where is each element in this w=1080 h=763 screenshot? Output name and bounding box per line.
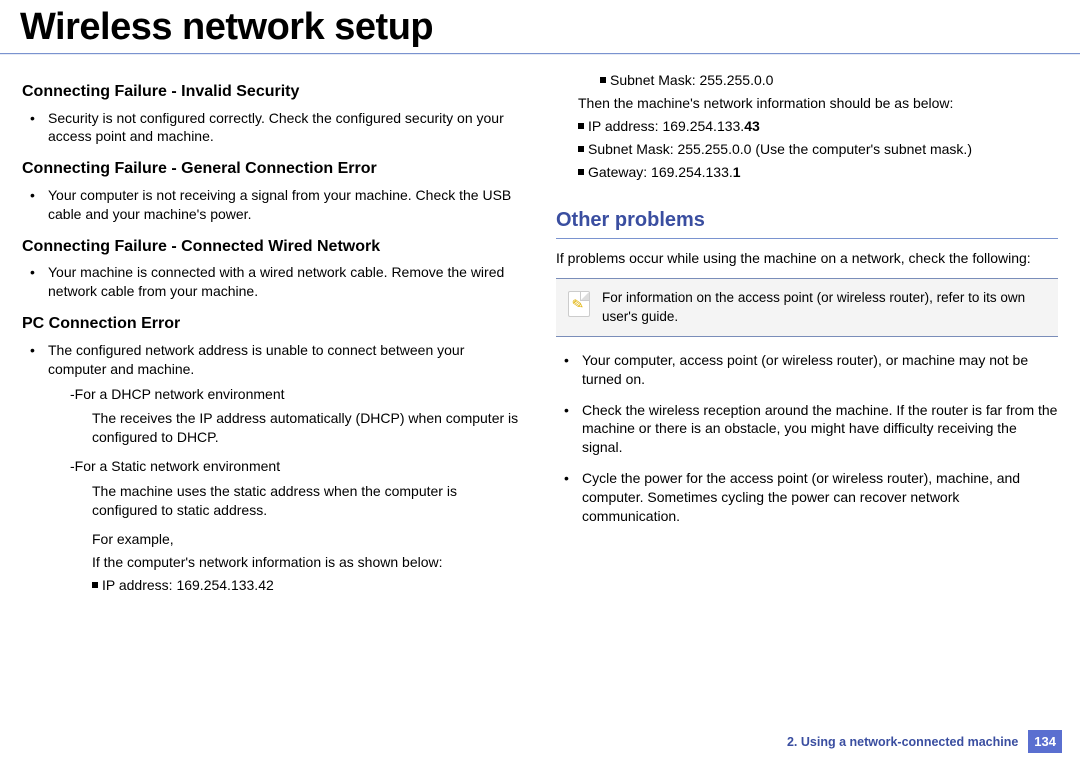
- heading-wired-network: Connecting Failure - Connected Wired Net…: [22, 236, 524, 258]
- square-bullet-icon: [92, 582, 98, 588]
- if-shown: If the computer's network information is…: [48, 553, 524, 572]
- result-ip-bold: 43: [744, 118, 760, 134]
- example-ip: IP address: 169.254.133.42: [48, 576, 524, 595]
- list-invalid-security: Security is not configured correctly. Ch…: [22, 109, 524, 147]
- result-subnet: Subnet Mask: 255.255.0.0 (Use the comput…: [556, 140, 1058, 159]
- static-text: The machine uses the static address when…: [48, 482, 524, 520]
- result-gateway-prefix: Gateway: 169.254.133.: [588, 164, 733, 180]
- content-columns: Connecting Failure - Invalid Security Se…: [0, 69, 1080, 607]
- result-gateway: Gateway: 169.254.133.1: [556, 163, 1058, 182]
- list-other-problems: Your computer, access point (or wireless…: [556, 351, 1058, 526]
- dhcp-label-text: For a DHCP network environment: [75, 386, 285, 402]
- list-item: Your computer is not receiving a signal …: [26, 186, 524, 224]
- example-ip-text: IP address: 169.254.133.42: [102, 577, 274, 593]
- left-column: Connecting Failure - Invalid Security Se…: [22, 69, 524, 607]
- pc-error-intro: The configured network address is unable…: [48, 342, 464, 377]
- square-bullet-icon: [578, 146, 584, 152]
- list-general-error: Your computer is not receiving a signal …: [22, 186, 524, 224]
- dhcp-text: The receives the IP address automaticall…: [48, 409, 524, 447]
- static-label: For a Static network environment: [48, 457, 524, 476]
- heading-general-error: Connecting Failure - General Connection …: [22, 158, 524, 180]
- square-bullet-icon: [600, 77, 606, 83]
- heading-invalid-security: Connecting Failure - Invalid Security: [22, 81, 524, 103]
- static-label-text: For a Static network environment: [75, 458, 280, 474]
- square-bullet-icon: [578, 123, 584, 129]
- note-box: For information on the access point (or …: [556, 278, 1058, 336]
- note-text: For information on the access point (or …: [602, 289, 1046, 325]
- list-item: The configured network address is unable…: [26, 341, 524, 595]
- list-wired-network: Your machine is connected with a wired n…: [22, 263, 524, 301]
- result-gateway-bold: 1: [733, 164, 741, 180]
- list-item: Security is not configured correctly. Ch…: [26, 109, 524, 147]
- page-title: Wireless network setup: [0, 0, 1080, 53]
- section-rule: [556, 238, 1058, 239]
- list-pc-error: The configured network address is unable…: [22, 341, 524, 595]
- title-rule: [0, 53, 1080, 55]
- list-item: Check the wireless reception around the …: [560, 401, 1058, 458]
- subnet-top-text: Subnet Mask: 255.255.0.0: [610, 72, 773, 88]
- then-line: Then the machine's network information s…: [556, 94, 1058, 113]
- heading-pc-error: PC Connection Error: [22, 313, 524, 335]
- page-footer: 2. Using a network-connected machine 134: [787, 730, 1062, 753]
- list-item: Cycle the power for the access point (or…: [560, 469, 1058, 526]
- footer-chapter: 2. Using a network-connected machine: [787, 735, 1018, 749]
- result-ip-prefix: IP address: 169.254.133.: [588, 118, 744, 134]
- heading-other-problems: Other problems: [556, 207, 1058, 234]
- result-subnet-text: Subnet Mask: 255.255.0.0 (Use the comput…: [588, 141, 972, 157]
- page-number: 134: [1028, 730, 1062, 753]
- result-ip: IP address: 169.254.133.43: [556, 117, 1058, 136]
- square-bullet-icon: [578, 169, 584, 175]
- other-intro: If problems occur while using the machin…: [556, 249, 1058, 268]
- right-column: Subnet Mask: 255.255.0.0 Then the machin…: [556, 69, 1058, 607]
- list-item: Your machine is connected with a wired n…: [26, 263, 524, 301]
- for-example: For example,: [48, 530, 524, 549]
- list-item: Your computer, access point (or wireless…: [560, 351, 1058, 389]
- subnet-top: Subnet Mask: 255.255.0.0: [556, 71, 1058, 90]
- dhcp-label: For a DHCP network environment: [48, 385, 524, 404]
- note-icon: [568, 291, 590, 317]
